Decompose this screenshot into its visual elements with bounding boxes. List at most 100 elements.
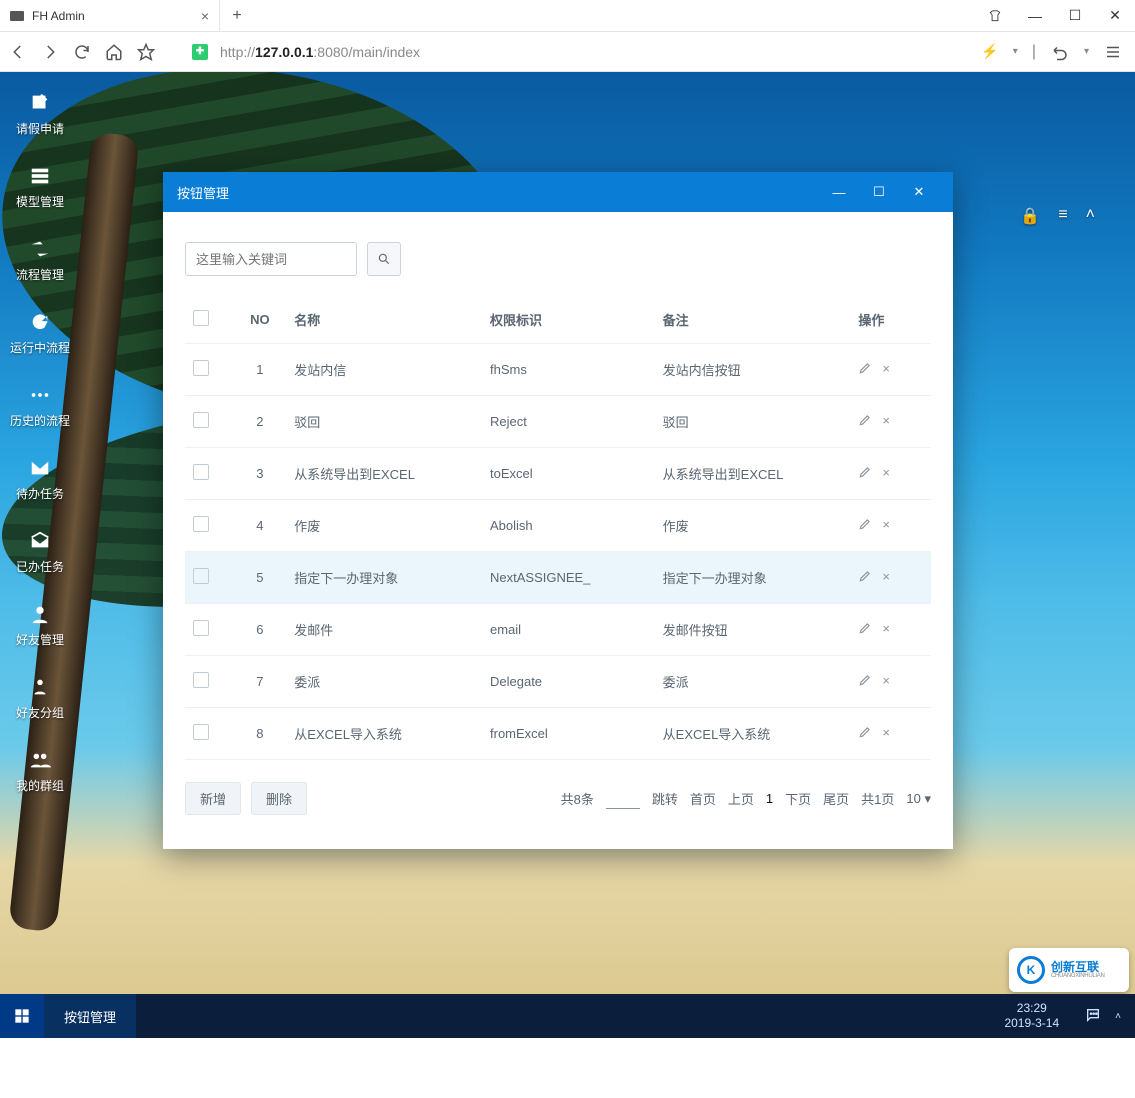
delete-icon[interactable]: ×: [882, 465, 890, 482]
pager-next[interactable]: 下页: [785, 789, 811, 808]
window-close-button[interactable]: ✕: [1095, 7, 1135, 24]
cell-no: 1: [233, 344, 286, 396]
delete-icon[interactable]: ×: [882, 673, 890, 690]
edit-icon[interactable]: [858, 361, 872, 378]
checkbox-all[interactable]: [193, 310, 209, 326]
pager-jump-input[interactable]: [606, 789, 640, 809]
table-row[interactable]: 1发站内信fhSms发站内信按钮×: [185, 344, 931, 396]
table-row[interactable]: 2驳回Reject驳回×: [185, 396, 931, 448]
dialog-close-button[interactable]: ✕: [899, 184, 939, 200]
pager-size[interactable]: 10 ▾: [906, 791, 931, 807]
cell-remark: 指定下一办理对象: [655, 552, 851, 604]
browser-navbar: ✚ http://127.0.0.1:8080/main/index ⚡▾ | …: [0, 32, 1135, 72]
delete-icon[interactable]: ×: [882, 621, 890, 638]
nav-home-button[interactable]: [104, 42, 124, 62]
sidebar-item-todo[interactable]: 待办任务: [16, 457, 64, 502]
undo-icon[interactable]: [1050, 42, 1070, 62]
tray-up-icon[interactable]: ˄: [1115, 1011, 1121, 1022]
cell-perm: NextASSIGNEE_: [482, 552, 655, 604]
row-checkbox[interactable]: [193, 464, 209, 480]
row-checkbox[interactable]: [193, 412, 209, 428]
sidebar-item-flow[interactable]: 流程管理: [16, 238, 64, 283]
row-checkbox[interactable]: [193, 724, 209, 740]
table-row[interactable]: 4作废Abolish作废×: [185, 500, 931, 552]
cell-remark: 从系统导出到EXCEL: [655, 448, 851, 500]
search-button[interactable]: [367, 242, 401, 276]
pager-pages: 共1页: [861, 789, 894, 808]
dialog-titlebar[interactable]: 按钮管理 — ☐ ✕: [163, 172, 953, 212]
edit-icon[interactable]: [858, 517, 872, 534]
menu-icon[interactable]: [1103, 42, 1123, 62]
sidebar-item-mygroup[interactable]: 我的群组: [16, 749, 64, 794]
cell-name: 驳回: [286, 396, 482, 448]
cell-no: 4: [233, 500, 286, 552]
sidebar-item-leave[interactable]: 请假申请: [16, 92, 64, 137]
lock-icon[interactable]: 🔒: [1020, 206, 1040, 226]
pager-first[interactable]: 首页: [690, 789, 716, 808]
pager-last[interactable]: 尾页: [823, 789, 849, 808]
chevron-down-icon[interactable]: ▾: [1084, 46, 1089, 57]
sidebar-item-friends[interactable]: 好友管理: [16, 603, 64, 648]
new-tab-button[interactable]: +: [220, 0, 254, 31]
search-input[interactable]: [185, 242, 357, 276]
extension-icon[interactable]: [975, 9, 1015, 23]
dialog-maximize-button[interactable]: ☐: [859, 184, 899, 200]
header-toolbar: 🔒 ≡ ˄: [1020, 206, 1095, 226]
nav-reload-button[interactable]: [72, 42, 92, 62]
table-row[interactable]: 5指定下一办理对象NextASSIGNEE_指定下一办理对象×: [185, 552, 931, 604]
sidebar-item-groups[interactable]: 好友分组: [16, 676, 64, 721]
address-bar[interactable]: http://127.0.0.1:8080/main/index: [220, 44, 969, 60]
chevron-down-icon[interactable]: ▾: [1013, 46, 1018, 57]
chat-icon[interactable]: [1085, 1007, 1101, 1026]
taskbar-clock[interactable]: 23:29 2019-3-14: [992, 994, 1071, 1038]
table-row[interactable]: 7委派Delegate委派×: [185, 656, 931, 708]
row-checkbox[interactable]: [193, 568, 209, 584]
cell-perm: fromExcel: [482, 708, 655, 760]
pager-jump[interactable]: 跳转: [652, 789, 678, 808]
table-row[interactable]: 8从EXCEL导入系统fromExcel从EXCEL导入系统×: [185, 708, 931, 760]
pager-prev[interactable]: 上页: [728, 789, 754, 808]
watermark-logo: K 创新互联 CHUANGXINHULIAN: [1009, 948, 1129, 992]
edit-icon[interactable]: [858, 413, 872, 430]
table-row[interactable]: 3从系统导出到EXCELtoExcel从系统导出到EXCEL×: [185, 448, 931, 500]
delete-icon[interactable]: ×: [882, 725, 890, 742]
taskbar-active-tab[interactable]: 按钮管理: [44, 994, 136, 1038]
edit-icon[interactable]: [858, 725, 872, 742]
browser-tab[interactable]: FH Admin ×: [0, 0, 220, 31]
edit-icon[interactable]: [858, 621, 872, 638]
window-maximize-button[interactable]: ☐: [1055, 7, 1095, 24]
edit-icon[interactable]: [858, 569, 872, 586]
sidebar-item-done[interactable]: 已办任务: [16, 530, 64, 575]
row-checkbox[interactable]: [193, 620, 209, 636]
nav-back-button[interactable]: [8, 42, 28, 62]
delete-button[interactable]: 删除: [251, 782, 307, 815]
row-checkbox[interactable]: [193, 516, 209, 532]
pager-total: 共8条: [561, 789, 594, 808]
row-checkbox[interactable]: [193, 672, 209, 688]
sidebar-item-model[interactable]: 模型管理: [16, 165, 64, 210]
add-button[interactable]: 新增: [185, 782, 241, 815]
close-tab-icon[interactable]: ×: [201, 8, 209, 24]
nav-forward-button[interactable]: [40, 42, 60, 62]
window-minimize-button[interactable]: —: [1015, 8, 1055, 24]
cell-name: 发邮件: [286, 604, 482, 656]
collapse-icon[interactable]: ˄: [1086, 206, 1095, 226]
edit-icon[interactable]: [858, 465, 872, 482]
nav-favorite-button[interactable]: [136, 42, 156, 62]
delete-icon[interactable]: ×: [882, 517, 890, 534]
speed-icon[interactable]: ⚡: [981, 43, 998, 60]
sidebar-item-running[interactable]: 运行中流程: [10, 311, 70, 356]
dialog-minimize-button[interactable]: —: [819, 185, 859, 200]
start-button[interactable]: [0, 994, 44, 1038]
site-security-icon[interactable]: ✚: [192, 44, 208, 60]
sidebar-item-history[interactable]: 历史的流程: [10, 384, 70, 429]
table-row[interactable]: 6发邮件email发邮件按钮×: [185, 604, 931, 656]
edit-icon[interactable]: [858, 673, 872, 690]
page-viewport: 🔒 ≡ ˄ 请假申请 模型管理 流程管理 运行中流程 历史的流程 待办任务 已办…: [0, 72, 1135, 1038]
list-icon[interactable]: ≡: [1058, 206, 1067, 226]
delete-icon[interactable]: ×: [882, 569, 890, 586]
data-table: NO 名称 权限标识 备注 操作 1发站内信fhSms发站内信按钮×2驳回Rej…: [185, 296, 931, 760]
delete-icon[interactable]: ×: [882, 361, 890, 378]
delete-icon[interactable]: ×: [882, 413, 890, 430]
row-checkbox[interactable]: [193, 360, 209, 376]
